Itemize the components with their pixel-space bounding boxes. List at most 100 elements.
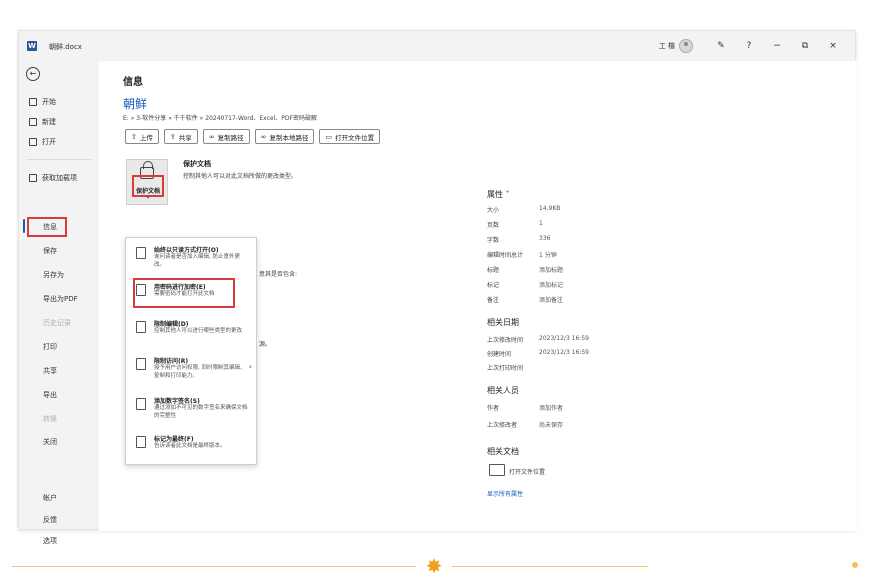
nav-addins-label: 获取加载项 xyxy=(42,174,77,182)
prop-key: 大小 xyxy=(487,207,500,214)
prop-value: 336 xyxy=(539,235,551,242)
nav-new[interactable]: 新建 xyxy=(29,117,56,127)
folder-icon xyxy=(489,464,505,476)
word-app-icon: W xyxy=(27,41,37,51)
link-icon: ∞ xyxy=(208,132,215,141)
open-folder-icon xyxy=(29,138,37,146)
nav-home[interactable]: 开始 xyxy=(29,97,56,107)
nav-open[interactable]: 打开 xyxy=(29,137,56,147)
menu-restrict-editing[interactable]: 限制编辑(D) 控制其他人可以进行哪些类型的更改 xyxy=(126,315,256,349)
nav-info[interactable]: 信息 xyxy=(43,222,57,232)
people-key: 作者 xyxy=(487,405,500,412)
prop-key: 字数 xyxy=(487,237,500,244)
dates-heading: 相关日期 xyxy=(487,318,519,327)
protect-desc: 控制其他人可以对此文档所做的更改类型。 xyxy=(183,173,298,180)
pen-icon[interactable]: ✎ xyxy=(707,41,735,51)
decorative-dot xyxy=(852,562,858,568)
show-all-properties-link[interactable]: 显示所有属性 xyxy=(487,489,523,498)
prop-value: 1 xyxy=(539,220,543,227)
prop-key: 页数 xyxy=(487,222,500,229)
mark-final-icon xyxy=(136,436,146,448)
nav-account[interactable]: 帐户 xyxy=(43,493,57,503)
nav-history: 历史记录 xyxy=(43,319,71,327)
share-button[interactable]: ⇪ 共享 xyxy=(163,129,198,144)
new-doc-icon xyxy=(29,118,37,126)
inspect-desc-partial: 意其是否包含: xyxy=(259,271,298,278)
nav-open-label: 打开 xyxy=(42,138,56,146)
nav-feedback[interactable]: 反馈 xyxy=(43,515,57,525)
highlight-encrypt xyxy=(133,278,235,308)
nav-save[interactable]: 保存 xyxy=(43,246,57,256)
prop-title-field[interactable]: 添加标题 xyxy=(539,265,563,274)
date-value: 2023/12/3 16:59 xyxy=(539,349,589,356)
people-value: 尚未保存 xyxy=(539,422,564,429)
upload-button[interactable]: ⇧ 上传 xyxy=(125,129,159,144)
close-button[interactable]: × xyxy=(819,41,847,51)
nav-export-pdf[interactable]: 导出为PDF xyxy=(43,294,78,304)
nav-home-label: 开始 xyxy=(42,98,56,106)
protect-dropdown-menu: 始终以只读方式打开(O) 询问读者是否加入编辑, 防止意外更改。 用密码进行加密… xyxy=(125,237,257,465)
link-icon: ∞ xyxy=(260,132,267,141)
restore-button[interactable]: ⧉ xyxy=(791,41,819,51)
prop-value: 14.9KB xyxy=(539,205,561,212)
date-key: 创建时间 xyxy=(487,351,512,358)
nav-print[interactable]: 打印 xyxy=(43,342,57,352)
footer-divider-right xyxy=(452,566,648,567)
menu-mark-final[interactable]: 标记为最终(F) 告诉读者此文档是最终版本。 xyxy=(126,430,256,464)
prop-key: 备注 xyxy=(487,297,500,304)
help-button[interactable]: ? xyxy=(735,41,763,51)
avatar[interactable] xyxy=(679,39,693,53)
pencil-slash-icon xyxy=(136,247,146,259)
nav-close[interactable]: 关闭 xyxy=(43,437,57,447)
menu-digital-signature[interactable]: 添加数字签名(S) 通过添加不可见的数字签名来确保文档的完整性 xyxy=(126,392,256,426)
nav-options[interactable]: 选项 xyxy=(43,536,57,546)
copy-path-label: 复制路径 xyxy=(217,133,244,142)
upload-label: 上传 xyxy=(139,133,153,142)
prop-comments-field[interactable]: 添加备注 xyxy=(539,295,563,304)
document-name: 朝鲜 xyxy=(123,97,148,111)
word-window: W 朝鲜.docx 工 楷 ✎ ? − ⧉ × ← 开始 新建 打开 获取加载项… xyxy=(18,30,857,545)
copy-local-path-label: 复制本地路径 xyxy=(269,133,309,142)
menu-always-read-only[interactable]: 始终以只读方式打开(O) 询问读者是否加入编辑, 防止意外更改。 xyxy=(126,241,256,275)
date-key: 上次打印时间 xyxy=(487,365,524,372)
menu-item-desc: 通过添加不可见的数字签名来确保文档的完整性 xyxy=(154,405,248,419)
nav-divider xyxy=(27,159,91,160)
nav-new-label: 新建 xyxy=(42,118,56,126)
prop-tags-field[interactable]: 添加标记 xyxy=(539,280,563,289)
prop-key: 标题 xyxy=(487,267,500,274)
open-location-button[interactable]: ▭ 打开文件位置 xyxy=(319,129,381,144)
highlight-protect xyxy=(132,175,164,197)
nav-export[interactable]: 导出 xyxy=(43,390,57,400)
copy-local-path-button[interactable]: ∞ 复制本地路径 xyxy=(254,129,315,144)
title-bar-controls: 工 楷 ✎ ? − ⧉ × xyxy=(659,37,847,55)
back-arrow-icon[interactable]: ← xyxy=(26,67,40,81)
nav-transform: 转换 xyxy=(43,415,57,423)
nav-share[interactable]: 共享 xyxy=(43,366,57,376)
copy-path-button[interactable]: ∞ 复制路径 xyxy=(202,129,250,144)
prop-value: 1 分钟 xyxy=(539,252,557,259)
user-name[interactable]: 工 楷 xyxy=(659,41,675,51)
properties-heading[interactable]: 属性 ˅ xyxy=(487,189,687,200)
people-heading: 相关人员 xyxy=(487,386,519,395)
share-icon: ⇪ xyxy=(169,132,176,141)
related-docs-heading: 相关文档 xyxy=(487,447,519,456)
file-name: 朝鲜.docx xyxy=(49,43,82,51)
restrict-doc-icon xyxy=(136,321,146,333)
info-pane: 信息 朝鲜 E: » 3-软件分享 » 千千软件 » 20240717-Word… xyxy=(99,61,857,531)
backstage-nav: ← 开始 新建 打开 获取加载项 信息 保存 另存为 导出为PDF 历史记录 打… xyxy=(19,61,99,545)
footer-divider-left xyxy=(12,566,416,567)
active-indicator xyxy=(23,219,25,233)
minimize-button[interactable]: − xyxy=(763,41,791,51)
addins-icon xyxy=(29,174,37,182)
action-buttons: ⇧ 上传 ⇪ 共享 ∞ 复制路径 ∞ 复制本地路径 ▭ 打开文件位置 xyxy=(125,129,381,144)
star-icon: ✸ xyxy=(425,554,443,578)
add-author-field[interactable]: 添加作者 xyxy=(539,403,563,412)
nav-save-as[interactable]: 另存为 xyxy=(43,270,64,280)
nav-addins[interactable]: 获取加载项 xyxy=(29,173,77,183)
menu-restrict-access[interactable]: 限制访问(R) 授予用户访问权限, 同时限制其编辑、复制和打印能力。 › xyxy=(126,352,256,386)
open-file-location-link[interactable]: 打开文件位置 xyxy=(509,467,545,476)
prop-key: 编辑时间总计 xyxy=(487,252,524,259)
document-path: E: » 3-软件分享 » 千千软件 » 20240717-Word、Excel… xyxy=(123,115,317,122)
open-location-label: 打开文件位置 xyxy=(335,133,375,142)
title-bar: W 朝鲜.docx 工 楷 ✎ ? − ⧉ × xyxy=(19,31,855,61)
